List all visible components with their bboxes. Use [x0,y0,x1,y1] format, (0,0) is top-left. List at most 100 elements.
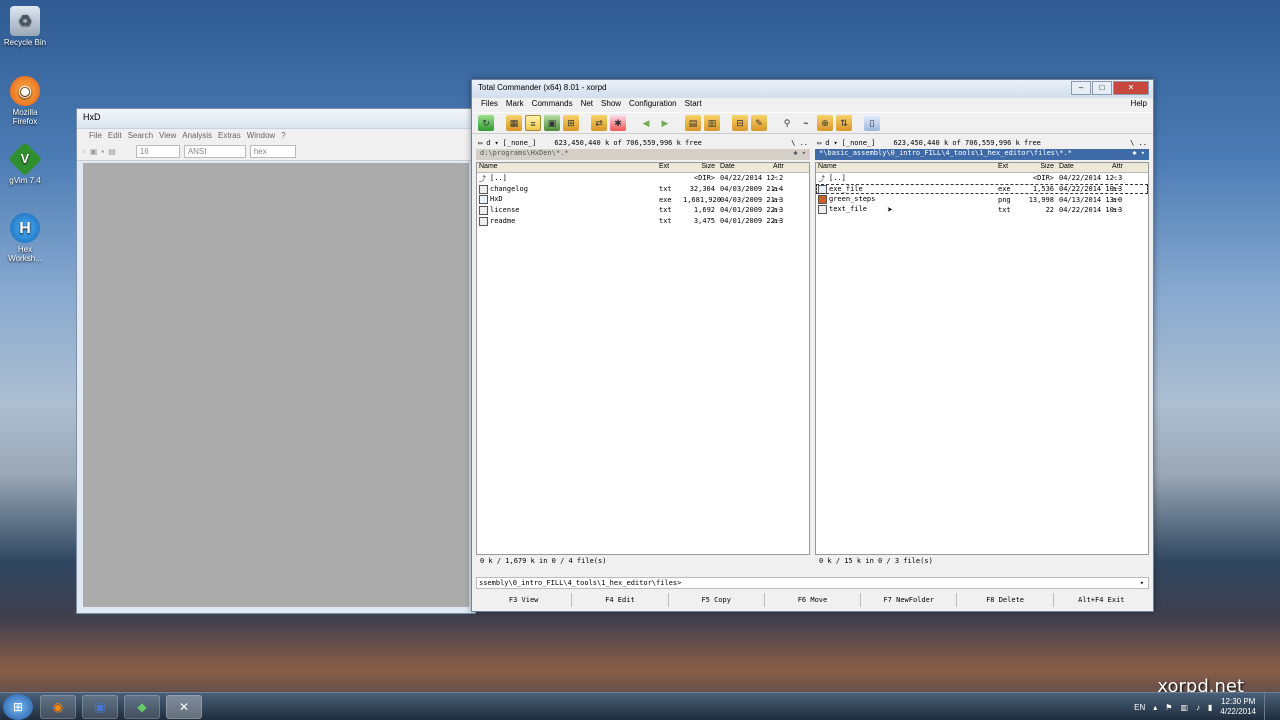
chevron-down-icon[interactable]: ▾ [494,139,498,147]
hxd-menu-help[interactable]: ? [281,131,285,141]
language-indicator[interactable]: EN [1134,703,1145,712]
flag-icon[interactable]: ⚑ [1165,703,1172,712]
show-desktop-button[interactable] [1264,693,1274,720]
right-file-list[interactable]: Name Ext Size Date Attr ⤴ [..] <DIR> 04/2… [815,162,1149,555]
col-size[interactable]: Size [683,163,717,172]
desktop-icon-recycle-bin[interactable]: ♻ Recycle Bin [0,6,50,47]
ftp-connect-icon[interactable]: ⌁ [798,115,814,131]
refresh-icon[interactable]: ↻ [478,115,494,131]
tree-view-icon[interactable]: ⊞ [563,115,579,131]
tc-menu-start[interactable]: Start [685,99,702,111]
desktop-icon-firefox[interactable]: ◉ Mozilla Firefox [0,76,50,126]
close-button[interactable]: ✕ [1113,81,1149,95]
invert-selection-icon[interactable]: ⇄ [591,115,607,131]
tc-menu-configuration[interactable]: Configuration [629,99,677,111]
taskbar-total-commander[interactable]: ▣ [82,695,118,719]
multi-rename-icon[interactable]: ✎ [751,115,767,131]
left-drive-select[interactable]: d [486,139,490,147]
right-panel[interactable]: ▭ d ▾ [_none_] 623,450,440 k of 706,559,… [815,136,1149,567]
hxd-menu-search[interactable]: Search [128,131,153,141]
select-files-icon[interactable]: ✱ [610,115,626,131]
thumbnails-icon[interactable]: ▣ [544,115,560,131]
volume-icon[interactable]: ♪ [1196,703,1200,712]
col-size[interactable]: Size [1022,163,1056,172]
col-date[interactable]: Date [1056,163,1110,172]
file-row[interactable]: text_file ➤ txt 22 04/22/2014 10:3 a- [816,204,1148,216]
clock[interactable]: 12:30 PM 4/22/2014 [1220,697,1256,717]
col-ext[interactable]: Ext [998,163,1022,172]
taskbar-firefox[interactable]: ◉ [40,695,76,719]
bytes-per-row-select[interactable]: 16 [135,145,180,158]
network-icon[interactable]: ⊕ [817,115,833,131]
left-root-button[interactable]: \ .. [791,139,808,147]
taskbar-hxd[interactable]: ✕ [166,695,202,719]
tc-menu-mark[interactable]: Mark [506,99,524,111]
desktop-icon-gvim[interactable]: V gVim 7.4 [0,142,50,185]
col-attr[interactable]: Attr [1110,163,1140,172]
forward-arrow-icon[interactable]: ▶ [657,115,673,131]
col-date[interactable]: Date [717,163,771,172]
hxd-window[interactable]: HxD File Edit Search View Analysis Extra… [76,108,476,614]
file-row[interactable]: ⤴ [..] <DIR> 04/22/2014 12:3 - [816,173,1148,184]
start-button[interactable]: ⊞ [3,694,33,720]
alt-f4-exit-button[interactable]: Alt+F4 Exit [1054,593,1149,607]
unpack-files-icon[interactable]: ▥ [704,115,720,131]
chevron-down-icon[interactable]: ▾ [833,139,837,147]
right-drive-select[interactable]: d [825,139,829,147]
command-line[interactable]: ssembly\0_intro_FILL\4_tools\1_hex_edito… [476,577,1149,589]
full-view-icon[interactable]: ≡ [525,115,541,131]
left-panel[interactable]: ▭ d ▾ [_none_] 623,450,440 k of 706,559,… [476,136,810,567]
file-row[interactable]: changelog txt 32,304 04/03/2009 21:4 a- [477,184,809,195]
tc-menu-commands[interactable]: Commands [532,99,573,111]
f7-newfolder-button[interactable]: F7 NewFolder [861,593,958,607]
f4-edit-button[interactable]: F4 Edit [572,593,669,607]
print-icon[interactable]: ▤ [108,147,116,156]
file-row[interactable]: readme txt 3,475 04/01/2009 22:3 a- [477,216,809,227]
right-path-bar[interactable]: *\basic_assembly\0_intro_FILL\4_tools\1_… [815,149,1149,160]
history-icon[interactable]: ✱ ▾ [793,149,806,157]
taskbar-gvim[interactable]: ◆ [124,695,160,719]
find-files-icon[interactable]: ⚲ [779,115,795,131]
pack-files-icon[interactable]: ▤ [685,115,701,131]
chevron-down-icon[interactable]: ▾ [1140,579,1144,587]
network-tray-icon[interactable]: ▥ [1180,703,1188,712]
minimize-button[interactable]: – [1071,81,1091,95]
left-file-list[interactable]: Name Ext Size Date Attr ⤴ [..] <DIR> 04/2… [476,162,810,555]
tc-menu-show[interactable]: Show [601,99,621,111]
hxd-menu-extras[interactable]: Extras [218,131,241,141]
f5-copy-button[interactable]: F5 Copy [669,593,765,607]
tc-menu-files[interactable]: Files [481,99,498,111]
open-folder-icon[interactable]: ▣ [90,147,98,156]
col-name[interactable]: Name [816,163,998,172]
history-icon[interactable]: ✱ ▾ [1132,149,1145,157]
new-file-icon[interactable]: ▫ [83,147,86,156]
left-path-bar[interactable]: d:\programs\HxDen\*.* ✱ ▾ [476,149,810,160]
compare-dirs-icon[interactable]: ⊟ [732,115,748,131]
hxd-menu-analysis[interactable]: Analysis [182,131,212,141]
charset-select[interactable]: ANSI [183,145,246,158]
back-arrow-icon[interactable]: ◀ [638,115,654,131]
hxd-menu-view[interactable]: View [159,131,176,141]
tray-expand-icon[interactable]: ▴ [1153,703,1157,712]
sync-dirs-icon[interactable]: ⇅ [836,115,852,131]
col-name[interactable]: Name [477,163,659,172]
hxd-menu-edit[interactable]: Edit [108,131,122,141]
save-icon[interactable]: ▪ [101,147,104,156]
file-row[interactable]: license txt 1,692 04/01/2009 22:3 a- [477,205,809,216]
power-icon[interactable]: ▮ [1208,703,1212,712]
desktop-icon-hex-workshop[interactable]: H Hex Worksh... [0,213,50,263]
hxd-workspace[interactable] [83,163,469,607]
total-commander-window[interactable]: Total Commander (x64) 8.01 - xorpd – □ ✕… [471,79,1154,612]
f8-delete-button[interactable]: F8 Delete [957,593,1054,607]
col-ext[interactable]: Ext [659,163,683,172]
hxd-menu-window[interactable]: Window [247,131,275,141]
file-row[interactable]: HxD exe 1,681,920 04/03/2009 21:3 a- [477,194,809,205]
notepad-icon[interactable]: ▯ [864,115,880,131]
col-attr[interactable]: Attr [771,163,801,172]
brief-view-icon[interactable]: ▦ [506,115,522,131]
hxd-menu-file[interactable]: File [89,131,102,141]
file-row[interactable]: green_steps png 13,998 04/13/2014 13:0 a… [816,194,1148,205]
tc-menu-help[interactable]: Help [1131,99,1147,108]
right-root-button[interactable]: \ .. [1130,139,1147,147]
file-row[interactable]: exe_file exe 1,536 04/22/2014 10:3 a- [816,183,1148,195]
